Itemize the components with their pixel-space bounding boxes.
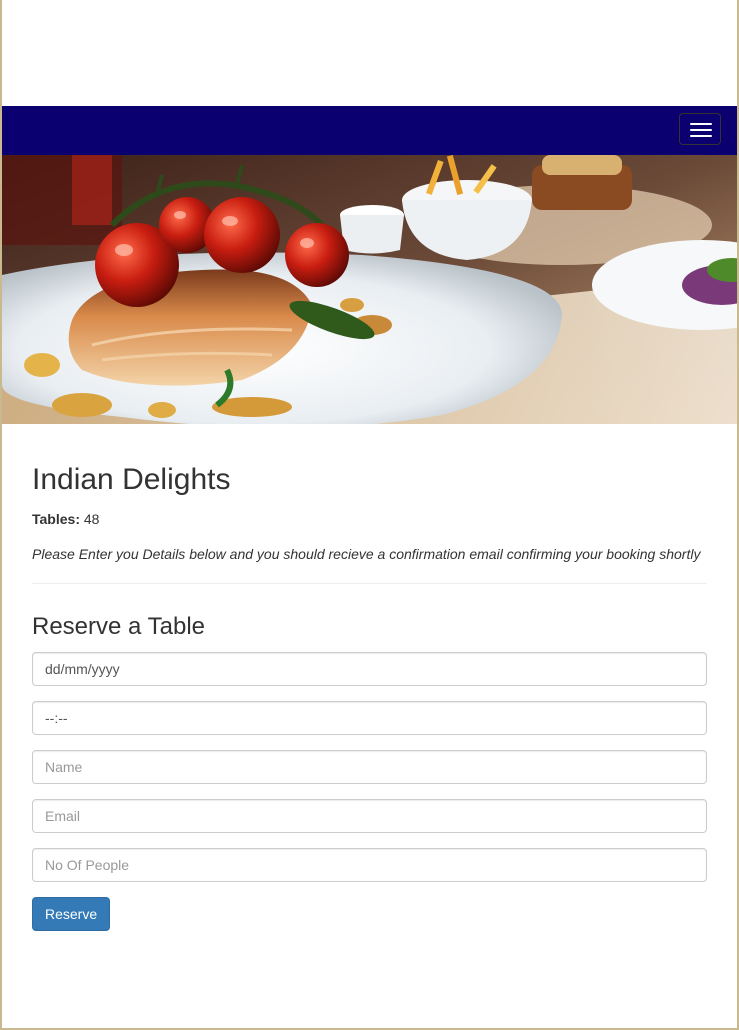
page-frame: Indian Delights Tables: 48 Please Enter … <box>0 0 739 1030</box>
navbar-toggle-button[interactable] <box>679 113 721 145</box>
email-input[interactable] <box>32 799 707 833</box>
tables-info: Tables: 48 <box>32 509 707 529</box>
divider <box>32 583 707 584</box>
restaurant-name: Indian Delights <box>32 463 231 496</box>
name-input[interactable] <box>32 750 707 784</box>
reserve-heading: Reserve a Table <box>32 613 205 640</box>
date-input[interactable] <box>32 652 707 686</box>
hero-food-photo <box>2 155 737 424</box>
navbar <box>2 106 737 155</box>
main-content: Indian Delights Tables: 48 Please Enter … <box>32 424 707 931</box>
reserve-button[interactable]: Reserve <box>32 897 111 931</box>
booking-instructions: Please Enter you Details below and you s… <box>32 546 701 562</box>
tables-count: 48 <box>83 511 100 527</box>
hero-image <box>2 155 737 424</box>
tables-label: Tables: <box>32 511 80 527</box>
people-count-input[interactable] <box>32 848 707 882</box>
time-input[interactable] <box>32 701 707 735</box>
